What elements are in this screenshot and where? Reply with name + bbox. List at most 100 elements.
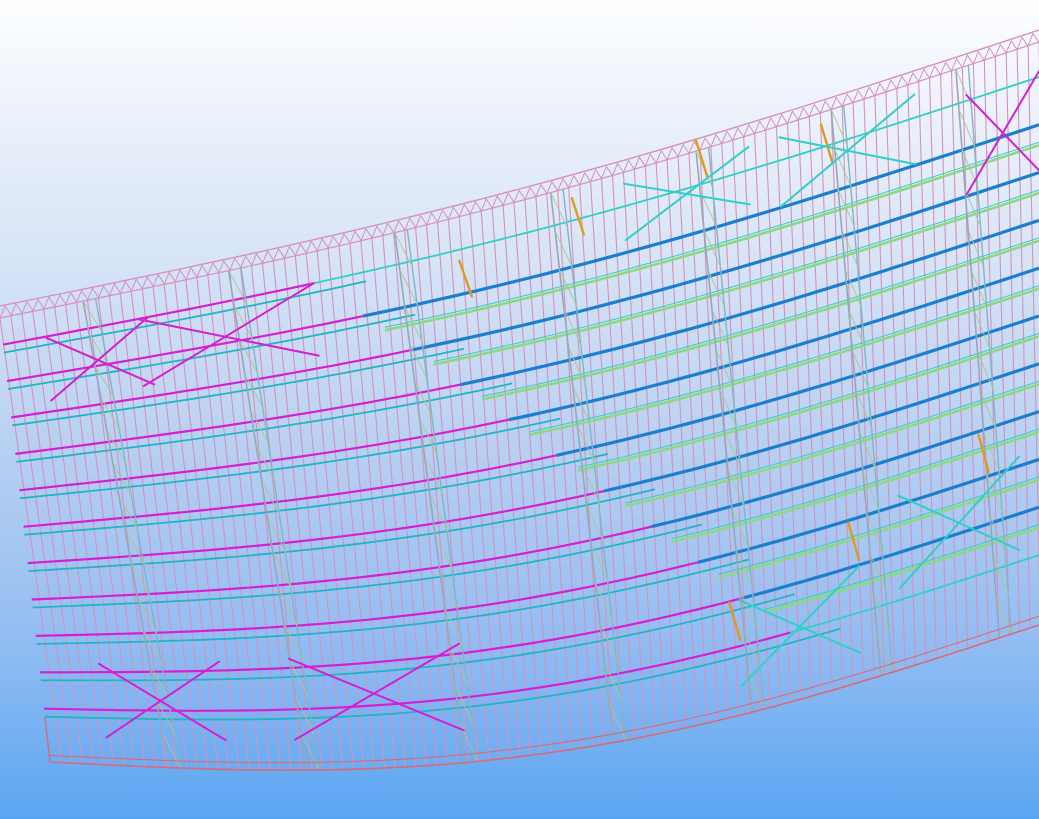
purlin-tip [617,163,624,173]
purlin-tip [1010,40,1018,51]
purlin-tip [332,235,340,246]
purlin [152,286,209,770]
purlin-tip [496,195,504,206]
purlin-tip [174,269,181,283]
purlin-tip [256,253,263,264]
purlin-tip [146,276,154,287]
purlin-tip [10,303,17,317]
purlin-tip [529,187,537,197]
purlin-tip [26,301,34,312]
purlin-tip [879,83,887,94]
purlin-tip [480,198,487,212]
purlin-tip [277,248,285,259]
purlin [130,290,188,769]
purlin-tip [234,257,242,268]
purlin-tip [124,281,132,291]
purlin [513,201,552,754]
purlin-tip [627,159,635,170]
purlin-tip [513,189,520,203]
purlin-tip [262,250,268,264]
roof-truss-model[interactable] [0,0,1039,819]
purlin-tip [387,223,395,233]
purlin-tip [179,269,187,280]
purlin [261,262,313,771]
purlin-tip [59,294,67,305]
purlin [480,210,521,758]
purlin-tip [327,235,334,249]
purlin-tip [15,303,23,314]
purlin-tip [469,201,476,215]
purlin-tip [966,54,974,65]
purlin-tip [119,281,126,294]
purlin [185,279,240,771]
purlin-tip [704,137,712,148]
purlin-tip [507,192,515,203]
purlin-tip [365,228,373,239]
purlin-tip [437,209,443,223]
purlin-tip [65,292,72,306]
teal-bracing [898,455,1020,590]
purlin-tip [562,178,570,189]
purlin-tip [923,68,931,79]
purlin-tip [409,217,417,228]
purlin-tip [141,276,148,290]
3d-model-viewport[interactable] [0,0,1039,819]
purlin [174,281,229,771]
purlin-tip [354,230,362,241]
purlin-tip [485,198,493,209]
purlin-layer [0,29,1039,771]
purlin-tip [321,238,329,249]
purlin-tip [48,296,56,307]
purlin-tip [431,212,438,223]
purlin-tip [201,265,209,275]
purlin-tip [737,127,745,138]
purlin-tip [343,233,351,244]
purlin-tip [152,274,159,288]
purlin-tip [535,184,542,198]
purlin-tip [97,285,104,299]
magenta-bracing [294,642,460,741]
purlin-tip [288,245,296,256]
purlin-tip [584,172,592,183]
purlin-tip [573,175,581,186]
purlin-tip [945,61,953,72]
magenta-chord [15,383,461,455]
purlin-tip [857,90,865,101]
purlin-tip [102,285,110,296]
purlin-tip [43,296,50,310]
top-rail [0,29,1039,307]
purlin-tip [518,189,526,200]
purlin-tip [426,212,432,226]
purlin-tip [977,51,985,62]
purlin-tip [382,223,389,236]
purlin-tip [310,240,318,251]
purlin-tip [185,267,192,281]
purlin-tip [781,114,788,125]
purlin-tip [0,305,6,319]
purlin-tip [299,243,307,254]
purlin-tip [54,294,61,308]
purlin-tip [251,253,257,267]
purlin-tip [92,287,99,298]
purlin-tip [759,120,767,131]
purlin-tip [748,124,756,135]
purlin [272,260,323,771]
purlin-tip [890,79,898,90]
purlin-tip [802,107,810,118]
purlin-tip [868,86,876,97]
purlin-tip [338,233,345,247]
purlin-tip [223,260,231,271]
purlin-tip [316,238,323,252]
purlin-tip [4,305,12,316]
purlin [371,237,417,767]
purlin [546,193,583,749]
purlin [250,265,302,771]
cyan-chord [7,313,416,390]
purlin-tip [726,130,734,141]
purlin-tip [32,298,39,312]
purlin-tip [595,169,603,180]
purlin-tip [524,187,531,200]
purlin-tip [371,225,378,239]
purlin-tip [1032,33,1039,44]
purlin-tip [240,255,247,269]
